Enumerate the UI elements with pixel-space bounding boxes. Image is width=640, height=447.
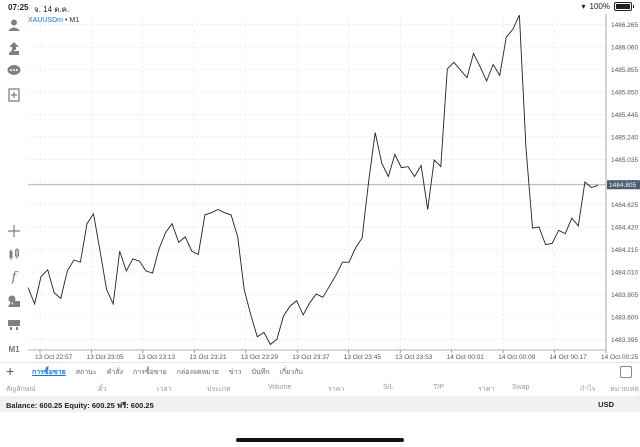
col-symbol: สัญลักษณ์ [6,386,36,393]
x-tick-label: 13 Oct 23:45 [344,354,382,360]
y-tick-label: 1485.855 [611,67,638,74]
y-tick-label: 1485.650 [611,89,638,96]
y-tick-label: 1485.445 [611,112,638,119]
expand-icon[interactable] [620,366,632,378]
col-tp: T/P [433,384,444,391]
tab-news[interactable]: ข่าว [229,367,242,378]
y-tick-label: 1483.805 [611,292,638,299]
add-icon[interactable]: + [6,363,14,379]
add-document-icon[interactable] [5,86,23,104]
price-chart[interactable]: 1486.265 1486.060 1485.855 1485.650 1485.445… [28,14,640,360]
tab-journal[interactable]: บันทึก [251,367,269,378]
trade-table-header: สัญลักษณ์ ตั๋ว เวลา ประเภท Volume ราคา S… [0,381,640,395]
home-indicator [236,438,404,442]
status-bar: 07:25 จ. 14 ต.ค. ▾ 100% [0,0,640,14]
left-toolbar: f M1 [0,14,28,360]
chat-bubble-icon[interactable] [5,62,23,80]
x-tick-label: 13 Oct 22:57 [35,354,73,360]
col-comment: หมายเหตุ [610,386,639,393]
wifi-icon: ▾ [581,2,586,11]
x-tick-label: 14 Oct 00:17 [550,354,588,360]
y-tick-label: 1483.395 [611,337,638,344]
crosshair-icon[interactable] [5,222,23,240]
person-icon[interactable] [5,16,23,34]
col-type: ประเภท [207,386,231,393]
col-price: ราคา [328,386,345,393]
price-series-line [28,14,599,346]
arrows-icon[interactable] [5,39,23,57]
y-tick-label: 1485.240 [611,134,638,141]
y-tick-label: 1484.215 [611,247,638,254]
col-swap: Swap [512,384,530,391]
bottom-toolbar: + การซื้อขาย สถานะ คำสั่ง การซื้อขาย กล่… [0,362,640,381]
y-tick-label: 1485.035 [611,157,638,164]
x-tick-label: 13 Oct 23:29 [241,354,279,360]
objects-icon[interactable] [5,292,23,310]
balance-text: Balance: 600.25 Equity: 600.25 ฟรี: 600.… [6,401,154,410]
col-price-current: ราคา [478,386,495,393]
tab-status[interactable]: สถานะ [76,367,97,378]
x-tick-label: 14 Oct 00:09 [498,354,536,360]
tab-orders[interactable]: คำสั่ง [107,367,123,378]
y-tick-label: 1484.420 [611,225,638,232]
x-tick-label: 14 Oct 00:25 [601,354,639,360]
col-profit: กำไร [580,386,596,393]
battery-icon [614,2,634,11]
candles-icon[interactable] [5,245,23,263]
current-price-label: 1484.805 [609,182,636,189]
y-tick-label: 1483.600 [611,315,638,322]
x-tick-label: 13 Oct 23:13 [138,354,176,360]
m1-icon[interactable]: M1 [5,340,23,358]
col-time: เวลา [157,386,172,393]
y-tick-label: 1484.625 [611,202,638,209]
tab-history[interactable]: การซื้อขาย [133,367,167,378]
terminal-tabs: การซื้อขาย สถานะ คำสั่ง การซื้อขาย กล่อง… [32,367,303,378]
x-tick-label: 13 Oct 23:37 [292,354,330,360]
col-sl: S/L [383,384,394,391]
y-tick-label: 1486.060 [611,44,638,51]
x-tick-label: 13 Oct 23:21 [189,354,227,360]
balance-row: Balance: 600.25 Equity: 600.25 ฟรี: 600.… [0,396,640,412]
battery-percent: 100% [589,2,610,11]
y-tick-label: 1484.010 [611,270,638,277]
currency-label: USD [598,400,614,409]
tab-mailbox[interactable]: กล่องจดหมาย [177,367,219,378]
function-icon[interactable]: f [5,268,23,286]
y-tick-label: 1486.265 [611,22,638,29]
trade-icon[interactable] [5,315,23,333]
tab-trade[interactable]: การซื้อขาย [32,367,66,378]
col-volume: Volume [268,384,292,391]
status-right: ▾ 100% [581,2,634,11]
status-time: 07:25 [8,3,29,12]
tab-about[interactable]: เกี่ยวกับ [280,367,303,378]
x-tick-label: 13 Oct 23:53 [395,354,433,360]
x-tick-label: 13 Oct 23:05 [86,354,124,360]
col-ticket: ตั๋ว [98,386,107,393]
x-tick-label: 14 Oct 00:01 [447,354,485,360]
